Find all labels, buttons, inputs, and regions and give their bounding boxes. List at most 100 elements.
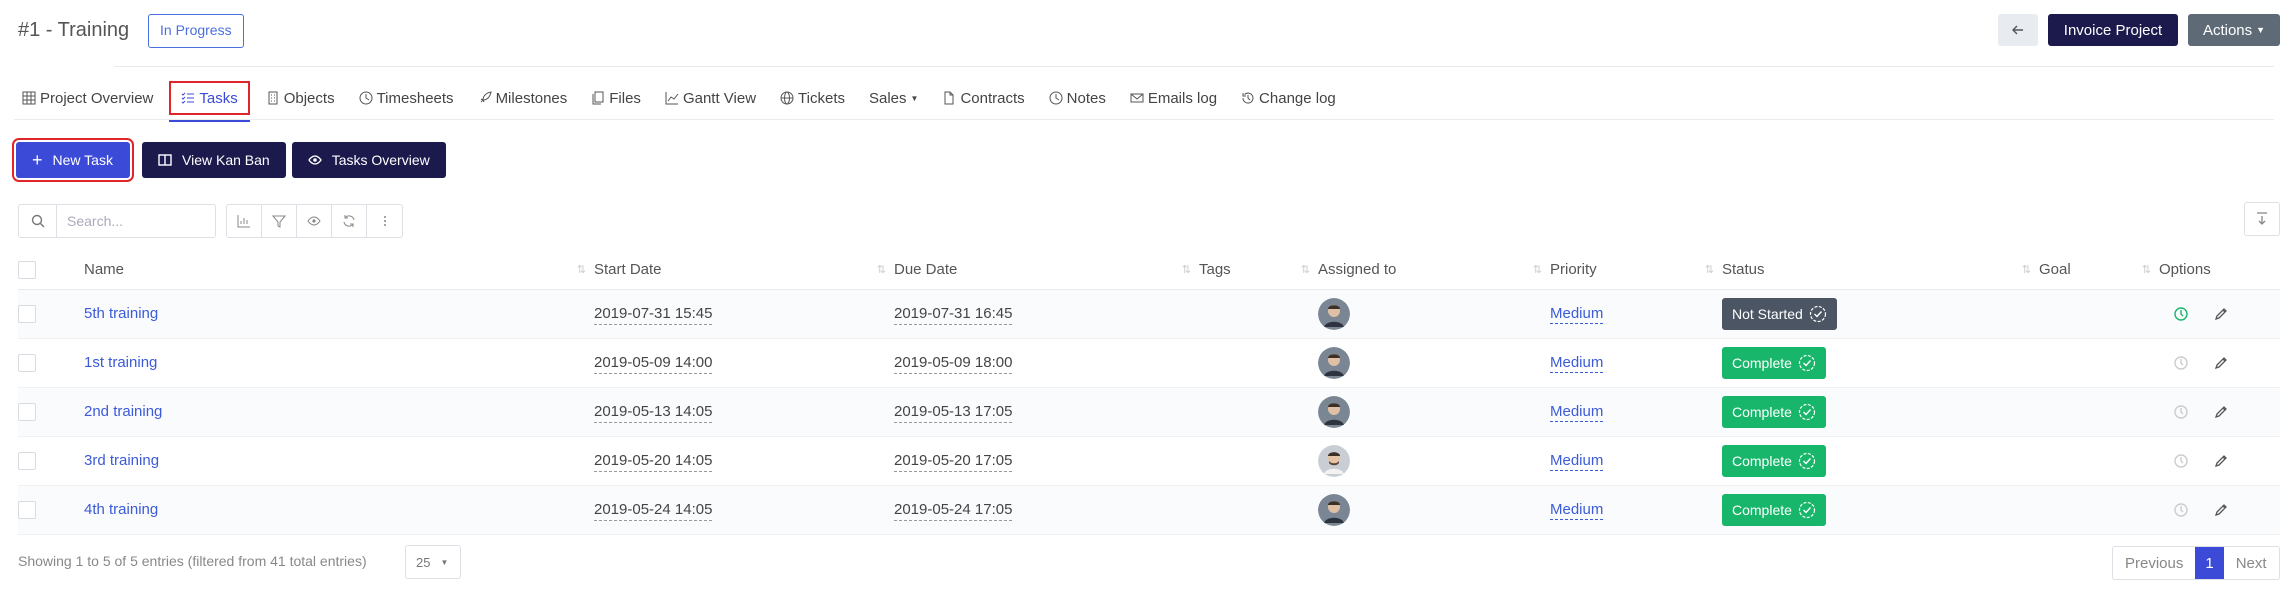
avatar[interactable]	[1318, 346, 1350, 379]
filter-icon[interactable]	[262, 205, 297, 237]
chart-bar-icon[interactable]	[227, 205, 262, 237]
tab-project-overview[interactable]: Project Overview	[14, 81, 161, 115]
avatar[interactable]	[1318, 444, 1350, 477]
priority-link[interactable]: Medium	[1550, 403, 1604, 422]
export-button[interactable]	[2244, 202, 2280, 236]
page-button-current[interactable]: 1	[2195, 547, 2224, 579]
due-date[interactable]: 2019-05-20 17:05	[894, 452, 1013, 472]
tab-notes[interactable]: Notes	[1041, 81, 1114, 115]
table-tools	[226, 204, 403, 238]
tab-tasks[interactable]: Tasks	[169, 81, 251, 122]
back-button[interactable]	[1998, 14, 2038, 46]
check-circle-icon	[1798, 354, 1816, 371]
tab-gantt-view[interactable]: Gantt View	[657, 81, 764, 115]
check-circle-icon	[1809, 305, 1826, 322]
pagination: Previous 1 Next	[2112, 546, 2280, 580]
invoice-project-button[interactable]: Invoice Project	[2048, 14, 2178, 46]
tab-label: Milestones	[495, 89, 568, 107]
sort-icon: ⇅	[576, 264, 586, 276]
tab-files[interactable]: Files	[583, 81, 649, 115]
edit-icon[interactable]	[2213, 355, 2229, 371]
grid-icon	[22, 91, 36, 105]
priority-link[interactable]: Medium	[1550, 305, 1604, 324]
select-all-checkbox[interactable]	[18, 260, 36, 279]
column-header-assigned-to[interactable]: Assigned to ⇅	[1318, 251, 1550, 290]
priority-link[interactable]: Medium	[1550, 452, 1604, 471]
rocket-icon	[480, 91, 492, 103]
tags-cell	[1199, 338, 1318, 388]
column-header-name[interactable]: Name ⇅	[84, 251, 594, 290]
due-date[interactable]: 2019-05-09 18:00	[894, 354, 1013, 374]
task-name-link[interactable]: 3rd training	[84, 452, 159, 469]
status-badge[interactable]: Complete	[1722, 444, 1826, 477]
refresh-icon[interactable]	[332, 205, 367, 237]
timer-icon[interactable]	[2173, 404, 2189, 420]
more-vertical-icon[interactable]	[367, 205, 402, 237]
edit-icon[interactable]	[2213, 306, 2229, 322]
column-header-start-date[interactable]: Start Date ⇅	[594, 251, 894, 290]
tab-change-log[interactable]: Change log	[1233, 81, 1344, 115]
tasks-overview-button[interactable]: Tasks Overview	[291, 142, 446, 178]
start-date[interactable]: 2019-05-13 14:05	[594, 403, 713, 423]
tab-emails-log[interactable]: Emails log	[1122, 81, 1225, 115]
tab-objects[interactable]: Objects	[258, 81, 343, 115]
timer-icon[interactable]	[2173, 355, 2189, 371]
tab-tickets[interactable]: Tickets	[772, 81, 853, 115]
task-name-link[interactable]: 2nd training	[84, 403, 162, 420]
view-kanban-button[interactable]: View Kan Ban	[142, 142, 286, 178]
tags-cell	[1199, 436, 1318, 486]
row-checkbox[interactable]	[18, 402, 36, 421]
row-checkbox[interactable]	[18, 353, 36, 372]
priority-link[interactable]: Medium	[1550, 501, 1604, 520]
status-badge[interactable]: Complete	[1722, 395, 1826, 428]
column-header-tags[interactable]: Tags ⇅	[1199, 251, 1318, 290]
eye-icon[interactable]	[297, 205, 332, 237]
column-header-goal[interactable]: Goal ⇅	[2039, 251, 2159, 290]
due-date[interactable]: 2019-07-31 16:45	[894, 305, 1013, 325]
status-badge[interactable]: Complete	[1722, 493, 1826, 526]
sort-icon: ⇅	[876, 264, 886, 276]
tab-contracts[interactable]: Contracts	[934, 81, 1032, 115]
due-date[interactable]: 2019-05-24 17:05	[894, 501, 1013, 521]
start-date[interactable]: 2019-05-09 14:00	[594, 354, 713, 374]
timer-icon[interactable]	[2173, 502, 2189, 518]
next-page-button[interactable]: Next	[2224, 547, 2279, 579]
task-name-link[interactable]: 1st training	[84, 354, 157, 371]
timer-icon[interactable]	[2173, 453, 2189, 469]
tab-sales[interactable]: Sales ▼	[861, 81, 926, 115]
actions-dropdown-button[interactable]: Actions ▼	[2188, 14, 2280, 46]
tab-milestones[interactable]: Milestones	[470, 81, 576, 115]
row-checkbox[interactable]	[18, 304, 36, 323]
timer-icon[interactable]	[2173, 306, 2189, 322]
column-header-status[interactable]: Status ⇅	[1722, 251, 2039, 290]
task-name-link[interactable]: 4th training	[84, 501, 158, 518]
task-name-link[interactable]: 5th training	[84, 305, 158, 322]
edit-icon[interactable]	[2213, 404, 2229, 420]
file-icon	[944, 91, 954, 105]
start-date[interactable]: 2019-05-24 14:05	[594, 501, 713, 521]
column-header-due-date[interactable]: Due Date ⇅	[894, 251, 1199, 290]
avatar[interactable]	[1318, 297, 1350, 330]
search-input[interactable]	[56, 204, 216, 238]
project-header: #1 - Training In Progress Invoice Projec…	[0, 0, 2288, 67]
page-length-select[interactable]: 25 ▼	[405, 545, 461, 579]
actions-label: Actions	[2202, 21, 2253, 39]
column-header-priority[interactable]: Priority ⇅	[1550, 251, 1722, 290]
avatar[interactable]	[1318, 395, 1350, 428]
previous-page-button[interactable]: Previous	[2113, 547, 2195, 579]
edit-icon[interactable]	[2213, 453, 2229, 469]
edit-icon[interactable]	[2213, 502, 2229, 518]
due-date[interactable]: 2019-05-13 17:05	[894, 403, 1013, 423]
start-date[interactable]: 2019-05-20 14:05	[594, 452, 713, 472]
row-checkbox[interactable]	[18, 500, 36, 519]
start-date[interactable]: 2019-07-31 15:45	[594, 305, 713, 325]
row-checkbox[interactable]	[18, 451, 36, 470]
avatar[interactable]	[1318, 493, 1350, 526]
project-status-badge: In Progress	[148, 14, 244, 48]
tab-timesheets[interactable]: Timesheets	[351, 81, 462, 115]
status-badge[interactable]: Not Started	[1722, 297, 1837, 330]
new-task-button[interactable]: + New Task	[12, 138, 134, 182]
priority-link[interactable]: Medium	[1550, 354, 1604, 373]
column-header-options: Options	[2159, 251, 2280, 290]
status-badge[interactable]: Complete	[1722, 346, 1826, 379]
